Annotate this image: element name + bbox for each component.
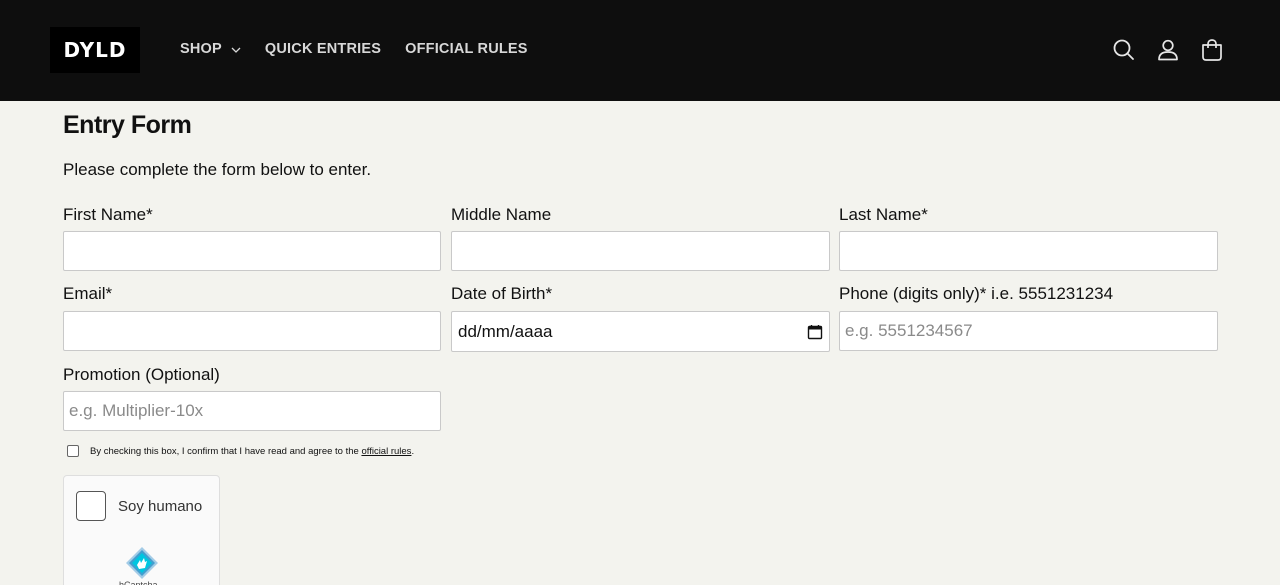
first-name-input[interactable] xyxy=(63,231,441,271)
cart-icon[interactable] xyxy=(1199,37,1225,63)
captcha-checkbox[interactable] xyxy=(76,491,106,521)
dob-label: Date of Birth* xyxy=(451,284,553,303)
dob-input[interactable]: dd/mm/aaaa xyxy=(451,311,830,352)
chevron-down-icon xyxy=(231,41,241,57)
last-name-input[interactable] xyxy=(839,231,1218,271)
agree-text-after: . xyxy=(411,445,415,457)
main-nav: SHOP QUICK ENTRIES OFFICIAL RULES xyxy=(180,41,528,57)
hcaptcha-logo-icon xyxy=(125,546,159,580)
official-rules-link[interactable]: official rules xyxy=(361,446,411,457)
captcha-brand: hCaptcha xyxy=(119,580,158,585)
promotion-input[interactable] xyxy=(63,391,441,431)
agree-text-before: By checking this box, I confirm that I h… xyxy=(90,445,362,457)
form-intro: Please complete the form below to enter. xyxy=(63,160,372,179)
logo-text: DYLD xyxy=(63,38,127,62)
nav-quick-entries[interactable]: QUICK ENTRIES xyxy=(265,41,381,57)
agree-checkbox[interactable] xyxy=(67,445,79,457)
dob-value: dd/mm/aaaa xyxy=(458,321,553,341)
email-label: Email* xyxy=(63,284,113,303)
middle-name-input[interactable] xyxy=(451,231,830,271)
hcaptcha-widget: Soy humano hCaptcha xyxy=(63,475,220,585)
promotion-label: Promotion (Optional) xyxy=(63,365,220,384)
site-header: DYLD SHOP QUICK ENTRIES OFFICIAL RULES xyxy=(0,0,1280,101)
nav-shop[interactable]: SHOP xyxy=(180,41,241,57)
middle-name-label: Middle Name xyxy=(451,205,552,224)
page-title: Entry Form xyxy=(63,111,192,139)
agree-text: By checking this box, I confirm that I h… xyxy=(90,446,414,457)
captcha-label: Soy humano xyxy=(118,498,203,515)
phone-label: Phone (digits only)* i.e. 5551231234 xyxy=(839,284,1114,303)
email-input[interactable] xyxy=(63,311,441,351)
nav-official-rules-label: OFFICIAL RULES xyxy=(405,41,528,57)
nav-quick-entries-label: QUICK ENTRIES xyxy=(264,41,382,57)
search-icon[interactable] xyxy=(1111,37,1137,63)
account-icon[interactable] xyxy=(1155,37,1181,63)
last-name-label: Last Name* xyxy=(839,205,928,224)
agree-row: By checking this box, I confirm that I h… xyxy=(67,445,414,457)
first-name-label: First Name* xyxy=(63,205,153,224)
phone-input[interactable] xyxy=(839,311,1218,351)
nav-official-rules[interactable]: OFFICIAL RULES xyxy=(405,41,528,57)
nav-shop-label: SHOP xyxy=(180,41,222,57)
calendar-icon[interactable] xyxy=(807,324,823,340)
dyld-logo[interactable]: DYLD xyxy=(50,27,140,73)
